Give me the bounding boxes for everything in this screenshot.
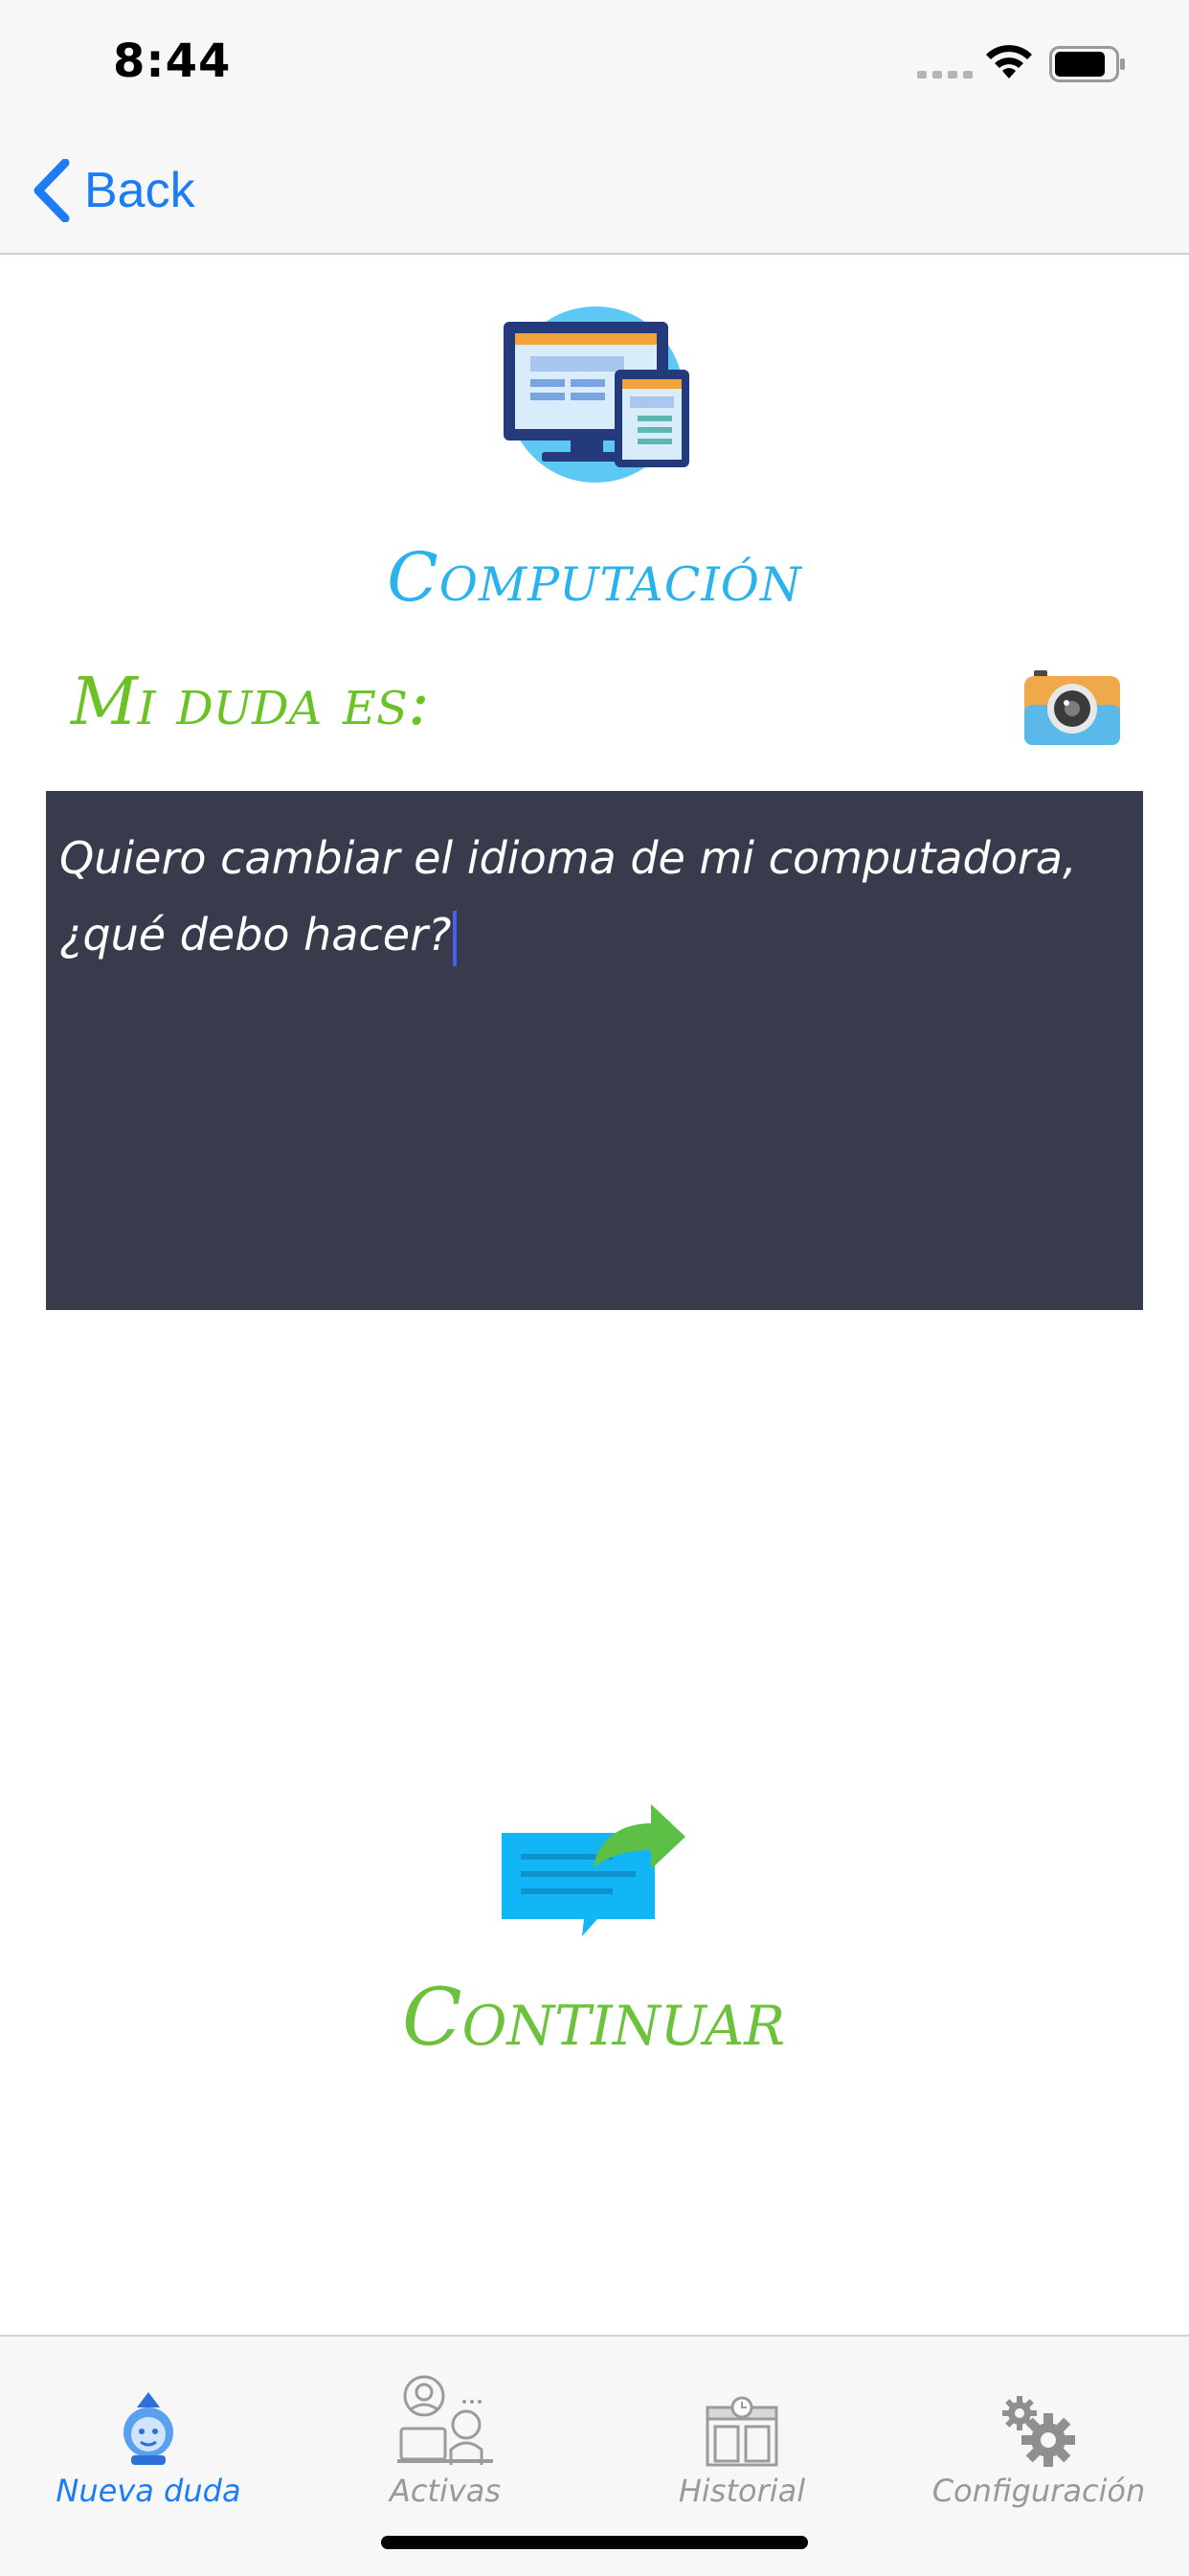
- back-label: Back: [84, 163, 195, 218]
- question-label: Mi duda es:: [71, 665, 430, 740]
- camera-icon[interactable]: [1024, 667, 1120, 747]
- new-question-icon: [123, 2392, 173, 2465]
- active-users-icon: [397, 2375, 493, 2465]
- tab-label: Historial: [678, 2473, 806, 2509]
- question-text: Quiero cambiar el idioma de mi computado…: [59, 832, 1077, 960]
- tab-configuracion[interactable]: Configuración: [890, 2354, 1187, 2517]
- tab-label: Configuración: [931, 2473, 1146, 2509]
- continue-label: Continuar: [401, 1973, 786, 2064]
- settings-icon: [1002, 2396, 1075, 2467]
- question-textarea[interactable]: Quiero cambiar el idioma de mi computado…: [46, 791, 1143, 1310]
- status-time: 8:44: [113, 34, 232, 88]
- tab-label: Activas: [389, 2473, 502, 2509]
- home-indicator: [381, 2536, 808, 2549]
- battery-icon: [1049, 46, 1125, 82]
- tab-historial[interactable]: Historial: [594, 2354, 890, 2517]
- category-title: Computación: [387, 538, 802, 617]
- chevron-left-icon: [34, 159, 70, 222]
- cellular-signal-icon: [917, 71, 973, 79]
- status-bar: 8:44: [0, 0, 1189, 126]
- message-forward-icon: [502, 1804, 685, 1936]
- tab-activas[interactable]: Activas: [297, 2354, 594, 2517]
- navigation-bar: Back: [0, 126, 1189, 255]
- tab-nueva-duda[interactable]: Nueva duda: [0, 2354, 297, 2517]
- history-icon: [706, 2396, 778, 2467]
- text-caret: [453, 910, 458, 966]
- tab-label: Nueva duda: [56, 2473, 241, 2509]
- computer-devices-icon: [504, 306, 689, 483]
- back-button[interactable]: Back: [33, 159, 195, 222]
- continue-button[interactable]: Continuar: [306, 1791, 881, 2088]
- wifi-icon: [986, 45, 1032, 79]
